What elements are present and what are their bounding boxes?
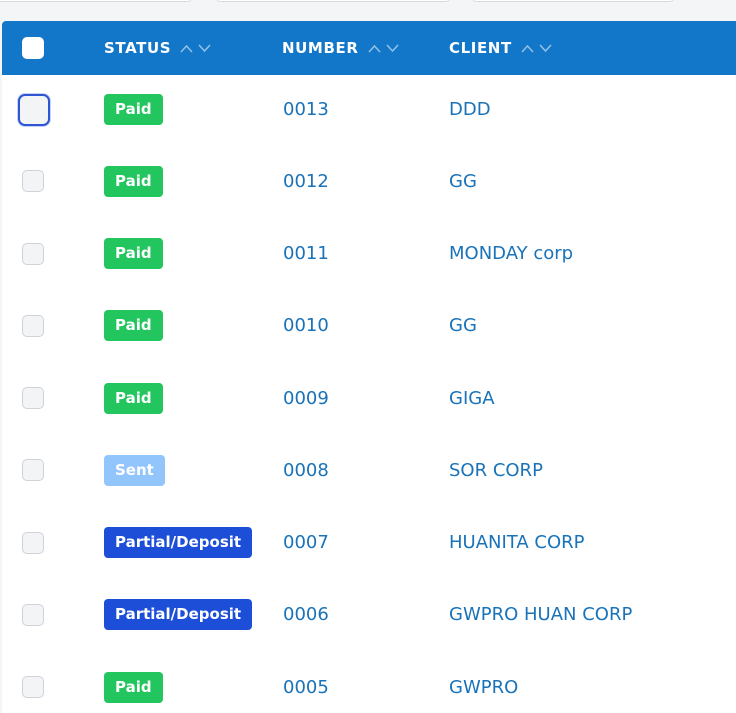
number-cell: 0006 <box>283 579 329 651</box>
client-link[interactable]: MONDAY corp <box>449 243 573 264</box>
client-cell: GWPRO <box>449 651 518 713</box>
status-cell: Partial/Deposit <box>104 507 253 579</box>
sort-down-icon[interactable] <box>198 43 211 53</box>
client-cell: MONDAY corp <box>449 218 573 290</box>
invoice-number-link[interactable]: 0009 <box>283 388 329 409</box>
status-badge: Partial/Deposit <box>104 599 253 631</box>
status-cell: Paid <box>104 362 163 434</box>
column-header-number[interactable]: NUMBER <box>282 21 399 75</box>
invoice-number-link[interactable]: 0007 <box>283 532 329 553</box>
client-cell: GIGA <box>449 362 495 434</box>
table-row[interactable]: Sent 0008 SOR CORP <box>2 434 736 506</box>
status-badge: Paid <box>104 165 163 197</box>
invoices-table: STATUS NUMBER CLIENT Paid 0013 DDD Paid 0012… <box>2 21 736 713</box>
status-badge: Paid <box>104 238 163 269</box>
invoice-number-link[interactable]: 0006 <box>283 604 329 625</box>
status-badge: Paid <box>104 310 163 342</box>
client-link[interactable]: GG <box>449 171 477 192</box>
status-cell: Sent <box>104 434 165 506</box>
invoice-number-link[interactable]: 0013 <box>283 99 329 120</box>
invoice-number-link[interactable]: 0005 <box>283 677 329 698</box>
row-checkbox[interactable] <box>22 314 44 337</box>
status-cell: Paid <box>104 145 163 217</box>
number-cell: 0008 <box>283 434 329 506</box>
filter-input-1[interactable] <box>0 0 192 2</box>
client-cell: DDD <box>449 73 491 145</box>
number-cell: 0012 <box>283 145 329 217</box>
filter-input-3[interactable] <box>472 0 674 2</box>
table-row[interactable]: Paid 0013 DDD <box>2 73 736 145</box>
status-cell: Paid <box>104 73 163 145</box>
status-cell: Paid <box>104 651 163 713</box>
table-row[interactable]: Paid 0005 GWPRO <box>2 651 736 713</box>
number-cell: 0009 <box>283 362 329 434</box>
invoice-number-link[interactable]: 0011 <box>283 243 329 264</box>
sort-arrows[interactable] <box>180 43 211 53</box>
client-link[interactable]: DDD <box>449 99 491 120</box>
status-badge: Paid <box>104 382 163 414</box>
status-badge: Paid <box>104 671 163 703</box>
table-header: STATUS NUMBER CLIENT <box>2 21 736 75</box>
table-row[interactable]: Paid 0010 GG <box>2 290 736 362</box>
row-checkbox[interactable] <box>22 531 44 554</box>
number-cell: 0007 <box>283 507 329 579</box>
select-all-checkbox[interactable] <box>22 37 44 59</box>
filter-input-2[interactable] <box>216 0 450 2</box>
table-row[interactable]: Partial/Deposit 0006 GWPRO HUAN CORP <box>2 579 736 651</box>
row-checkbox[interactable] <box>22 603 44 626</box>
status-cell: Partial/Deposit <box>104 579 253 651</box>
number-cell: 0011 <box>283 218 329 290</box>
client-link[interactable]: GWPRO <box>449 677 518 698</box>
sort-down-icon[interactable] <box>539 43 552 53</box>
sort-up-icon[interactable] <box>180 44 193 53</box>
client-link[interactable]: GG <box>449 315 477 336</box>
number-cell: 0005 <box>283 651 329 713</box>
client-cell: GG <box>449 290 477 362</box>
client-cell: HUANITA CORP <box>449 507 585 579</box>
sort-arrows[interactable] <box>367 43 399 53</box>
client-link[interactable]: GWPRO HUAN CORP <box>449 604 632 625</box>
client-cell: GWPRO HUAN CORP <box>449 579 632 651</box>
table-row[interactable]: Paid 0009 GIGA <box>2 362 736 434</box>
column-header-label: CLIENT <box>449 39 512 57</box>
client-cell: SOR CORP <box>449 434 543 506</box>
table-row[interactable]: Paid 0011 MONDAY corp <box>2 218 736 290</box>
column-header-client[interactable]: CLIENT <box>449 21 552 75</box>
client-link[interactable]: SOR CORP <box>449 460 543 481</box>
sort-up-icon[interactable] <box>367 44 381 53</box>
sort-up-icon[interactable] <box>521 44 534 53</box>
client-cell: GG <box>449 145 477 217</box>
table-row[interactable]: Paid 0012 GG <box>2 145 736 217</box>
row-checkbox[interactable] <box>22 387 44 409</box>
row-checkbox[interactable] <box>22 170 44 193</box>
invoice-number-link[interactable]: 0010 <box>283 315 329 336</box>
status-cell: Paid <box>104 218 163 290</box>
column-header-label: NUMBER <box>282 39 359 57</box>
row-checkbox[interactable] <box>22 242 44 265</box>
sort-down-icon[interactable] <box>385 43 399 53</box>
invoice-number-link[interactable]: 0012 <box>283 171 329 192</box>
number-cell: 0010 <box>283 290 329 362</box>
status-badge: Partial/Deposit <box>104 527 253 558</box>
status-badge: Paid <box>104 93 163 125</box>
sort-arrows[interactable] <box>521 43 552 53</box>
client-link[interactable]: GIGA <box>449 388 495 409</box>
status-cell: Paid <box>104 290 163 362</box>
column-header-status[interactable]: STATUS <box>104 21 211 75</box>
client-link[interactable]: HUANITA CORP <box>449 532 585 553</box>
table-row[interactable]: Partial/Deposit 0007 HUANITA CORP <box>2 507 736 579</box>
number-cell: 0013 <box>283 73 329 145</box>
row-checkbox[interactable] <box>22 676 44 698</box>
status-badge: Sent <box>104 454 165 486</box>
invoice-number-link[interactable]: 0008 <box>283 460 329 481</box>
row-checkbox[interactable] <box>22 459 44 482</box>
column-header-label: STATUS <box>104 39 172 57</box>
filter-bar <box>0 0 736 21</box>
row-checkbox[interactable] <box>18 94 50 126</box>
